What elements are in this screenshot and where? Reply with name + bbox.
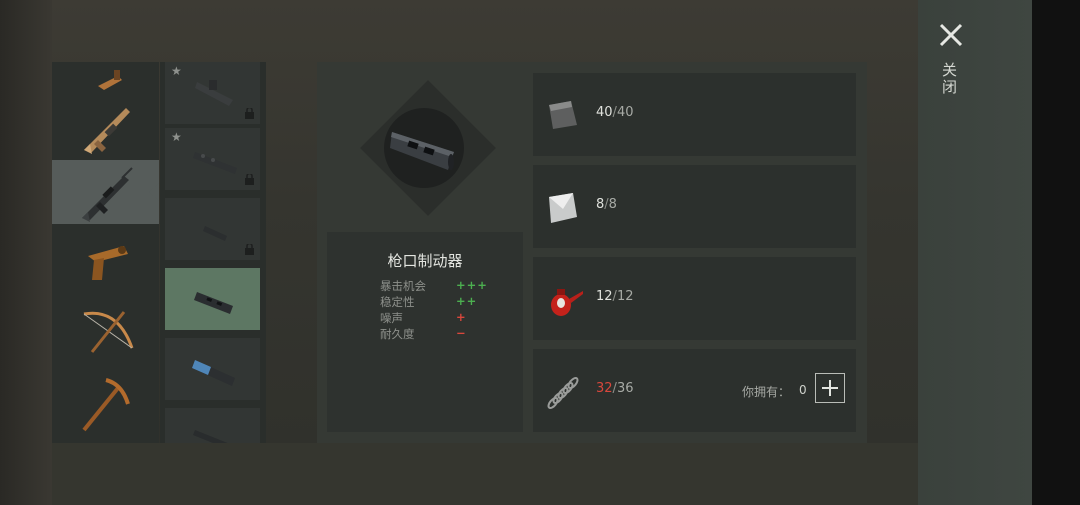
stat-label: 噪声 [380, 311, 403, 325]
attachment-item-scope[interactable]: ★ [165, 62, 260, 124]
material-row-steel-sheet: 8/8 [533, 165, 856, 248]
barrel-extension-icon [193, 430, 228, 443]
weapon-list[interactable] [52, 62, 159, 443]
lock-icon [245, 108, 254, 119]
add-material-button[interactable] [815, 373, 845, 403]
selected-weapon-pointer [149, 183, 159, 201]
close-panel [918, 0, 1032, 505]
material-have: 32 [596, 381, 613, 396]
material-count: 40/40 [596, 105, 633, 120]
left-edge [0, 0, 52, 505]
material-row-spring: 32/36 你拥有： 0 [533, 349, 856, 432]
owned-label: 你拥有： [742, 385, 791, 399]
weapon-item-pickaxe[interactable] [52, 368, 159, 432]
material-need: 40 [616, 105, 634, 120]
material-need: 12 [616, 289, 634, 304]
close-button[interactable] [936, 20, 966, 50]
attachment-list[interactable]: ★ ★ [160, 62, 266, 443]
material-count: 12/12 [596, 289, 633, 304]
close-icon[interactable] [936, 20, 966, 50]
scope-icon [195, 80, 233, 106]
stat-value: + [456, 310, 467, 324]
star-icon: ★ [171, 130, 182, 144]
owned-value: 0 [799, 383, 807, 397]
stat-label: 耐久度 [380, 327, 415, 341]
weapon-item-flare-gun[interactable] [52, 224, 159, 288]
short-barrel-icon [203, 226, 227, 241]
bottom-band [52, 443, 918, 505]
stat-value: +++ [456, 278, 488, 292]
material-count: 32/36 [596, 381, 633, 396]
muzzle-brake-large-icon [390, 132, 454, 170]
attachment-item-muzzle-brake[interactable] [165, 268, 260, 330]
lock-icon [245, 174, 254, 185]
close-label[interactable]: 关闭 [940, 62, 960, 96]
metal-plate-icon [549, 101, 577, 129]
stat-value: ++ [456, 294, 478, 308]
material-have: 12 [596, 289, 613, 304]
oil-can-icon [551, 289, 583, 316]
assault-rifle-tan-icon [84, 108, 130, 154]
stat-value: − [456, 326, 467, 340]
right-edge [1032, 0, 1080, 505]
mod-title: 枪口制动器 [387, 252, 463, 270]
assault-rifle-m4-icon [82, 167, 133, 222]
stat-crit-chance: 暴击机会 +++ [380, 278, 490, 294]
attachment-item-long-suppressor[interactable]: ★ [165, 128, 260, 190]
attachment-item-short-barrel[interactable] [165, 198, 260, 260]
steel-sheet-icon [549, 193, 577, 223]
material-need: 36 [616, 381, 634, 396]
star-icon: ★ [171, 64, 182, 78]
material-need: 8 [608, 197, 617, 212]
blue-suppressor-icon [192, 360, 235, 386]
weapon-item-assault-rifle-tan[interactable] [52, 94, 159, 158]
lock-icon [245, 244, 254, 255]
material-row-oil-can: 12/12 [533, 257, 856, 340]
muzzle-brake-icon [194, 292, 233, 314]
flare-gun-icon [88, 246, 128, 280]
stat-stability: 稳定性 ++ [380, 294, 490, 310]
crossbow-icon [83, 311, 134, 353]
stat-label: 暴击机会 [380, 279, 426, 293]
attachment-item-barrel-extension[interactable] [165, 408, 260, 443]
weapon-item-crossbow[interactable] [52, 298, 159, 362]
pickaxe-icon [82, 378, 130, 432]
stat-durability: 耐久度 − [380, 326, 490, 342]
stat-label: 稳定性 [380, 295, 415, 309]
stat-noise: 噪声 + [380, 310, 490, 326]
attachment-item-blue-suppressor[interactable] [165, 338, 260, 400]
long-suppressor-icon [193, 152, 237, 174]
weapon-item-assault-rifle-m4[interactable] [52, 160, 159, 224]
material-count: 8/8 [596, 197, 617, 212]
crossbow-pistol-icon [98, 70, 122, 90]
mod-info-card: 枪口制动器 暴击机会 +++ 稳定性 ++ 噪声 + 耐久度 − [327, 232, 523, 432]
material-have: 40 [596, 105, 613, 120]
spring-icon [547, 377, 579, 409]
material-row-metal-plate: 40/40 [533, 73, 856, 156]
